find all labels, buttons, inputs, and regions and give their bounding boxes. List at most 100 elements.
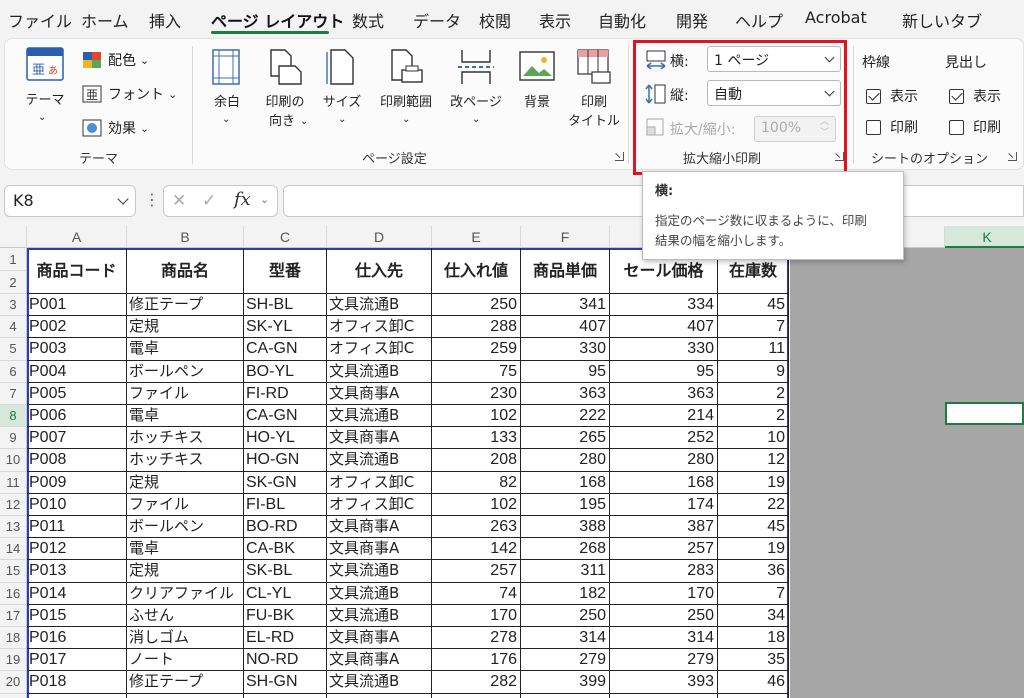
table-cell[interactable]: 330 xyxy=(610,338,718,361)
table-cell[interactable]: 34 xyxy=(718,604,789,627)
table-cell[interactable]: P009 xyxy=(27,471,127,494)
orientation-button[interactable]: 印刷の 向き ⌄ xyxy=(258,48,312,133)
tab-file[interactable]: ファイル xyxy=(8,8,72,32)
table-cell[interactable]: 75 xyxy=(432,360,521,383)
selected-cell[interactable] xyxy=(945,402,1024,425)
table-cell[interactable]: 252 xyxy=(610,427,718,450)
table-cell[interactable]: P011 xyxy=(27,516,127,539)
table-cell[interactable]: 250 xyxy=(432,294,521,317)
table-cell[interactable] xyxy=(244,693,327,698)
name-box[interactable]: K8 xyxy=(4,185,136,217)
column-header-a[interactable]: A xyxy=(27,226,127,248)
breaks-button[interactable]: 改ページ ⌄ xyxy=(444,48,508,133)
table-cell[interactable]: 文具流通B xyxy=(327,671,432,694)
table-cell[interactable]: 文具商事A xyxy=(327,516,432,539)
table-cell[interactable] xyxy=(610,693,718,698)
table-header-cell[interactable]: 型番 xyxy=(244,248,327,294)
table-cell[interactable]: 文具商事A xyxy=(327,382,432,405)
table-cell[interactable]: 11 xyxy=(718,338,789,361)
more-icon[interactable]: ⋮ xyxy=(144,190,160,209)
table-cell[interactable]: オフィス卸C xyxy=(327,316,432,339)
fonts-button[interactable]: 亜 フォント ⌄ xyxy=(82,84,177,104)
row-header-3[interactable]: 3 xyxy=(0,294,27,317)
table-cell[interactable]: P010 xyxy=(27,493,127,516)
table-cell[interactable]: P005 xyxy=(27,382,127,405)
table-header-cell[interactable]: 仕入先 xyxy=(327,248,432,294)
table-cell[interactable]: 82 xyxy=(432,471,521,494)
row-header-13[interactable]: 13 xyxy=(0,516,27,539)
table-cell[interactable]: 7 xyxy=(718,316,789,339)
row-header-21[interactable]: 21 xyxy=(0,693,27,698)
table-cell[interactable]: オフィス卸C xyxy=(327,493,432,516)
table-cell[interactable]: 168 xyxy=(521,471,610,494)
table-cell[interactable]: 407 xyxy=(610,316,718,339)
table-cell[interactable]: NO-RD xyxy=(244,649,327,672)
table-cell[interactable]: SK-BL xyxy=(244,560,327,583)
table-cell[interactable]: 278 xyxy=(432,627,521,650)
table-cell[interactable]: P016 xyxy=(27,627,127,650)
table-cell[interactable]: 311 xyxy=(521,560,610,583)
table-cell[interactable]: 74 xyxy=(432,582,521,605)
table-cell[interactable]: BO-YL xyxy=(244,360,327,383)
table-cell[interactable] xyxy=(521,693,610,698)
table-cell[interactable]: ファイル xyxy=(127,382,244,405)
table-cell[interactable]: 399 xyxy=(521,671,610,694)
row-header-17[interactable]: 17 xyxy=(0,604,27,627)
row-header-2[interactable]: 2 xyxy=(0,271,27,294)
table-cell[interactable]: 19 xyxy=(718,538,789,561)
table-cell[interactable]: 36 xyxy=(718,560,789,583)
table-cell[interactable]: 280 xyxy=(610,449,718,472)
table-cell[interactable] xyxy=(27,693,127,698)
table-cell[interactable]: 12 xyxy=(718,449,789,472)
select-all-corner[interactable] xyxy=(0,226,27,248)
tab-data[interactable]: データ xyxy=(413,8,461,32)
table-cell[interactable]: 7 xyxy=(718,582,789,605)
row-header-10[interactable]: 10 xyxy=(0,449,27,472)
sheet-options-launcher-icon[interactable] xyxy=(1008,152,1017,161)
table-cell[interactable]: 176 xyxy=(432,649,521,672)
enter-icon[interactable]: ✓ xyxy=(202,191,216,211)
table-cell[interactable]: 341 xyxy=(521,294,610,317)
background-button[interactable]: 背景 xyxy=(514,48,560,133)
row-header-11[interactable]: 11 xyxy=(0,471,27,494)
margins-button[interactable]: 余白 ⌄ xyxy=(204,48,250,133)
tab-insert[interactable]: 挿入 xyxy=(149,8,181,32)
table-cell[interactable]: 45 xyxy=(718,294,789,317)
row-header-4[interactable]: 4 xyxy=(0,316,27,339)
table-cell[interactable]: CA-GN xyxy=(244,405,327,428)
row-header-9[interactable]: 9 xyxy=(0,427,27,450)
table-cell[interactable]: ホッチキス xyxy=(127,449,244,472)
headings-print-checkbox[interactable]: 印刷 xyxy=(949,117,1001,137)
table-cell[interactable]: 407 xyxy=(521,316,610,339)
column-header-e[interactable]: E xyxy=(432,226,521,248)
table-cell[interactable]: 定規 xyxy=(127,560,244,583)
table-cell[interactable]: 定規 xyxy=(127,471,244,494)
table-cell[interactable]: P006 xyxy=(27,405,127,428)
colors-button[interactable]: 配色 ⌄ xyxy=(82,50,149,70)
table-cell[interactable]: 消しゴム xyxy=(127,627,244,650)
table-cell[interactable]: 35 xyxy=(718,649,789,672)
table-header-cell[interactable]: 商品名 xyxy=(127,248,244,294)
column-header-d[interactable]: D xyxy=(327,226,432,248)
table-cell[interactable]: 102 xyxy=(432,493,521,516)
table-cell[interactable]: CL-YL xyxy=(244,582,327,605)
page-setup-launcher-icon[interactable] xyxy=(615,152,624,161)
gridlines-view-checkbox[interactable]: 表示 xyxy=(866,86,918,106)
table-cell[interactable]: 133 xyxy=(432,427,521,450)
table-cell[interactable]: 文具商事A xyxy=(327,627,432,650)
row-header-7[interactable]: 7 xyxy=(0,382,27,405)
table-cell[interactable]: P015 xyxy=(27,604,127,627)
size-button[interactable]: サイズ ⌄ xyxy=(318,48,366,133)
table-cell[interactable]: 文具商事A xyxy=(327,427,432,450)
table-cell[interactable]: 387 xyxy=(610,516,718,539)
table-cell[interactable]: SK-YL xyxy=(244,316,327,339)
table-cell[interactable]: ふせん xyxy=(127,604,244,627)
table-cell[interactable]: クリアファイル xyxy=(127,582,244,605)
table-cell[interactable]: SK-GN xyxy=(244,471,327,494)
table-cell[interactable]: ノート xyxy=(127,649,244,672)
table-cell[interactable]: 334 xyxy=(610,294,718,317)
table-cell[interactable]: 18 xyxy=(718,627,789,650)
table-cell[interactable] xyxy=(127,693,244,698)
table-cell[interactable]: 文具流通B xyxy=(327,405,432,428)
table-cell[interactable]: P001 xyxy=(27,294,127,317)
